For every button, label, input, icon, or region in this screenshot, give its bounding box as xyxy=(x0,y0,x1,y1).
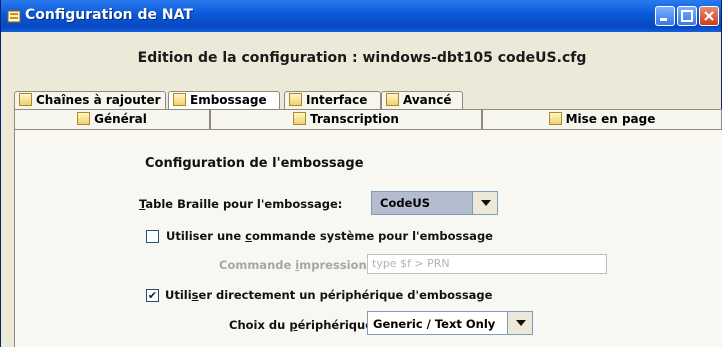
tab-transcription[interactable]: Transcription xyxy=(210,109,482,129)
tab-label: Embossage xyxy=(190,93,267,107)
device-choice-label: Choix du périphérique: xyxy=(229,318,378,332)
selected-value: CodeUS xyxy=(380,196,430,210)
tab-interface[interactable]: Interface xyxy=(284,91,381,109)
page-layout-icon xyxy=(548,112,562,125)
tab-label: Mise en page xyxy=(565,112,656,126)
mnemonic: p xyxy=(289,318,298,332)
dropdown-button[interactable] xyxy=(472,192,497,214)
tab-label: Avancé xyxy=(403,93,452,107)
section-title: Configuration de l'embossage xyxy=(145,156,364,171)
general-icon xyxy=(77,112,91,125)
direct-device-checkbox[interactable]: ✔ xyxy=(146,289,159,302)
mnemonic: s xyxy=(191,288,199,302)
dropdown-button[interactable] xyxy=(507,312,532,334)
maximize-icon xyxy=(681,10,693,22)
title-bar[interactable]: Configuration de NAT xyxy=(1,0,721,32)
minimize-button[interactable] xyxy=(655,6,675,26)
interface-icon xyxy=(289,93,302,106)
tab-general[interactable]: Général xyxy=(14,109,210,129)
advanced-icon xyxy=(386,93,399,106)
tab-label: Interface xyxy=(306,93,368,107)
tab-label: Chaînes à rajouter xyxy=(36,93,161,107)
window-title: Configuration de NAT xyxy=(25,7,193,23)
label-text: able Braille pour l'embossage: xyxy=(145,197,343,211)
embosser-icon xyxy=(173,93,186,106)
label-text: Utili xyxy=(165,288,192,302)
nat-config-window: Configuration de NAT Edition de la confi… xyxy=(0,0,722,347)
tab-avance[interactable]: Avancé xyxy=(381,91,463,109)
selected-value: Generic / Text Only xyxy=(373,317,496,331)
transcription-icon xyxy=(293,112,307,125)
tab-mise-en-page[interactable]: Mise en page xyxy=(482,109,722,129)
tab-label: Général xyxy=(94,112,147,126)
label-text: ériphérique: xyxy=(297,318,378,332)
braille-table-label: Table Braille pour l'embossage: xyxy=(139,197,342,211)
tab-label: Transcription xyxy=(310,112,399,126)
label-text: er directement un périphérique d'embossa… xyxy=(198,288,493,302)
label-text: mpression: xyxy=(299,258,372,272)
chevron-down-icon xyxy=(516,320,526,326)
device-select[interactable]: Generic / Text Only xyxy=(367,311,533,335)
label-text: Commande xyxy=(219,258,296,272)
print-command-input[interactable]: type $f > PRN xyxy=(367,254,607,274)
print-command-label: Commande impression: xyxy=(219,258,371,272)
label-text: Utiliser une xyxy=(166,229,246,243)
tab-embossage[interactable]: Embossage xyxy=(168,91,280,109)
close-button[interactable] xyxy=(699,6,719,26)
tab-chaines-a-rajouter[interactable]: Chaînes à rajouter xyxy=(14,91,166,109)
mnemonic: c xyxy=(245,229,252,243)
chevron-down-icon xyxy=(481,200,491,206)
app-icon xyxy=(7,10,21,23)
label-text: Choix du xyxy=(229,318,290,332)
document-icon xyxy=(19,93,32,106)
direct-device-label[interactable]: Utiliser directement un périphérique d'e… xyxy=(165,288,492,302)
config-heading: Edition de la configuration : windows-db… xyxy=(137,50,587,66)
system-command-label[interactable]: Utiliser une commande système pour l'emb… xyxy=(166,229,493,243)
label-text: ommande système pour l'embossage xyxy=(252,229,493,243)
braille-table-select[interactable]: CodeUS xyxy=(371,191,498,215)
system-command-checkbox[interactable] xyxy=(146,230,159,243)
close-icon xyxy=(704,11,714,21)
minimize-icon xyxy=(660,18,667,21)
maximize-button[interactable] xyxy=(677,6,697,26)
